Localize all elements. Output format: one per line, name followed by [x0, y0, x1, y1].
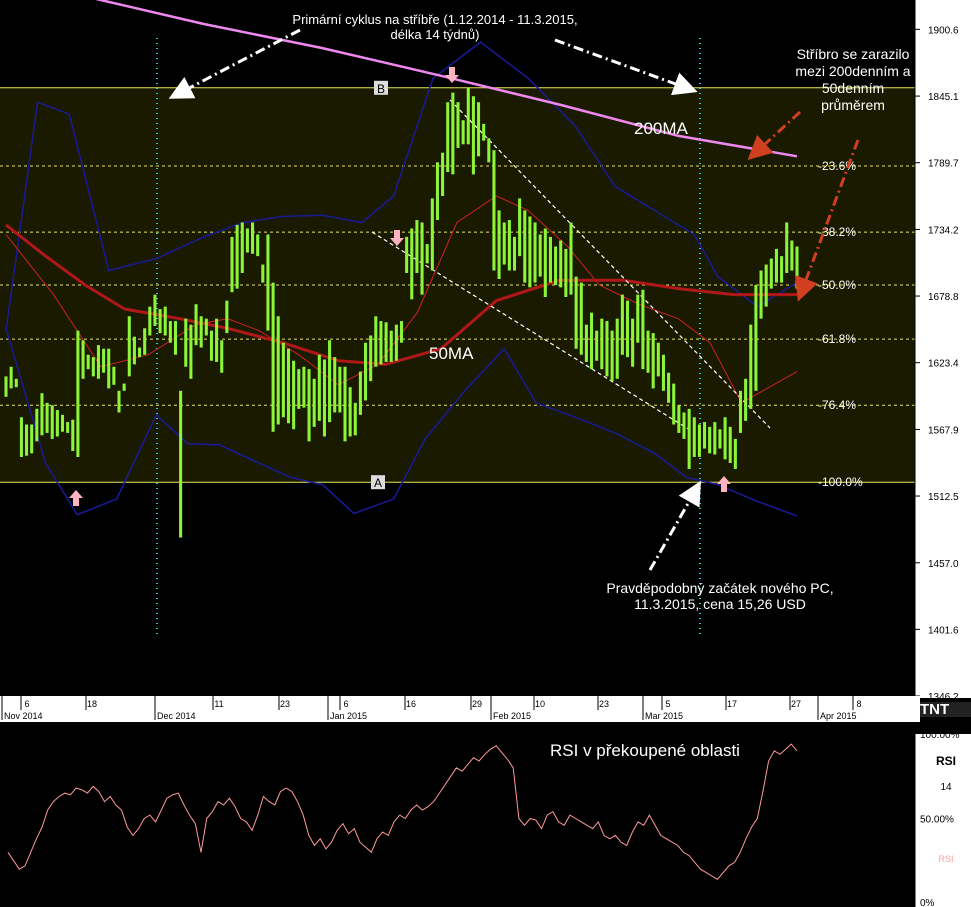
price-tick-label: 1457.0	[928, 559, 959, 570]
date-axis-bg	[0, 696, 920, 722]
price-axis-bg	[915, 0, 971, 698]
price-tick-label: 1845.1	[928, 92, 959, 103]
rsi-tick-label: 50.00%	[920, 815, 954, 826]
date-day-label: 6	[343, 699, 348, 709]
fib-label: -50.0%	[818, 278, 856, 292]
date-day-label: 23	[280, 699, 290, 709]
ma50-label: 50MA	[429, 344, 474, 363]
point-b-label: B	[377, 82, 385, 96]
date-month-label: Feb 2015	[493, 711, 531, 721]
chart-svg: -23.6%-38.2%-50.0%-61.8%-76.4%-100.0%AB1…	[0, 0, 971, 907]
date-day-label: 10	[535, 699, 545, 709]
rsi-background	[0, 734, 920, 903]
price-tick-label: 1567.9	[928, 425, 959, 436]
price-tick-label: 1678.8	[928, 292, 959, 303]
price-tick-label: 1623.4	[928, 359, 959, 370]
date-month-label: Jan 2015	[330, 711, 367, 721]
fib-label: -61.8%	[818, 332, 856, 346]
price-tick-label: 1900.6	[928, 25, 959, 36]
date-day-label: 29	[472, 699, 482, 709]
date-day-label: 16	[406, 699, 416, 709]
date-day-label: 18	[87, 699, 97, 709]
primary-cycle-annotation: Primární cyklus na stříbře (1.12.2014 - …	[292, 12, 578, 42]
rsi-overbought-annotation: RSI v překoupené oblasti	[550, 741, 740, 760]
rsi-tick-label: 100.00%	[920, 730, 960, 741]
date-day-label: 17	[727, 699, 737, 709]
fib-label: -76.4%	[818, 398, 856, 412]
date-day-label: 27	[791, 699, 801, 709]
date-day-label: 6	[24, 699, 29, 709]
fib-label: -38.2%	[818, 225, 856, 239]
price-tick-label: 1512.5	[928, 492, 959, 503]
date-day-label: 8	[856, 699, 861, 709]
date-month-label: Dec 2014	[157, 711, 196, 721]
date-day-label: 23	[599, 699, 609, 709]
point-a-label: A	[374, 476, 382, 490]
date-day-label: 11	[214, 699, 223, 709]
date-month-label: Apr 2015	[820, 711, 857, 721]
rsi-legend-label: RSI	[938, 854, 953, 864]
new-pc-annotation: Pravděpodobný začátek nového PC, 11.3.20…	[606, 580, 834, 612]
price-tick-label: 1734.2	[928, 225, 959, 236]
date-month-label: Mar 2015	[645, 711, 683, 721]
silver-stopped-annotation: Stříbro se zarazilo mezi 200denním a 50d…	[795, 46, 911, 113]
price-tick-label: 1401.6	[928, 625, 959, 636]
ma200-label: 200MA	[634, 119, 688, 138]
date-month-label: Nov 2014	[4, 711, 43, 721]
fib-label: -100.0%	[818, 475, 863, 489]
rsi-period-label: 14	[940, 782, 952, 793]
rsi-name-label: RSI	[936, 754, 956, 768]
rsi-separator	[0, 722, 971, 734]
logo-tnt: TNT	[920, 702, 971, 717]
rsi-panel: 100.00% 50.00% 0% RSI 14 RSI	[0, 722, 971, 907]
price-tick-label: 1789.7	[928, 159, 959, 170]
rsi-tick-label: 0%	[920, 898, 935, 907]
date-day-label: 5	[665, 699, 670, 709]
